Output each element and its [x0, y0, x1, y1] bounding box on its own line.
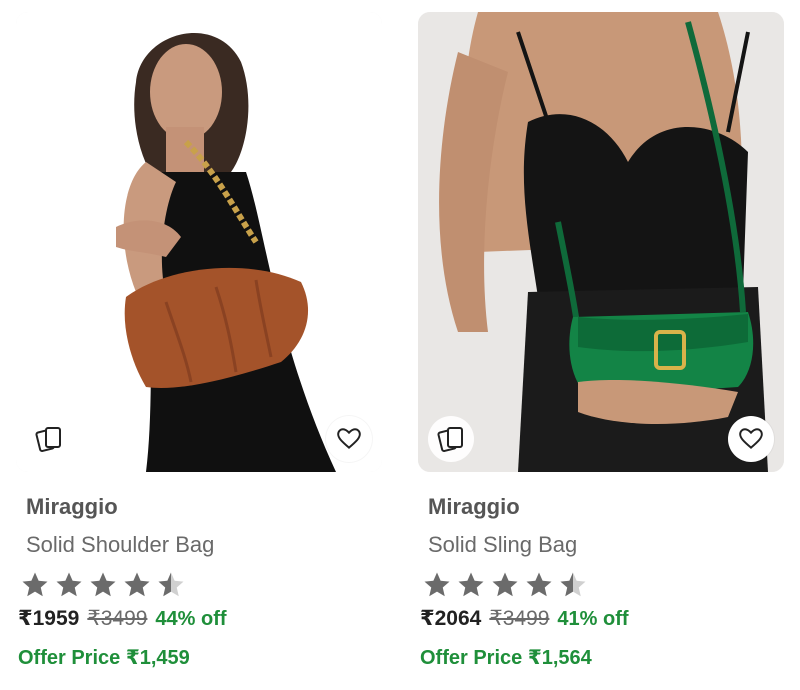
discount-badge: 41% off — [557, 608, 629, 630]
half-star-icon — [158, 572, 184, 597]
selling-price: ₹1959 — [18, 607, 80, 630]
product-image[interactable] — [16, 12, 382, 472]
product-photo-shoulder-bag — [16, 12, 382, 472]
similar-products-icon — [35, 427, 61, 452]
star-icon — [22, 572, 48, 597]
star-icon — [526, 572, 552, 597]
star-icon — [56, 572, 82, 597]
product-brand: Miraggio — [26, 494, 118, 519]
product-card[interactable]: Miraggio Solid Sling Bag ₹2064 ₹3499 41%… — [418, 12, 784, 690]
similar-products-button[interactable] — [26, 416, 72, 462]
product-photo-sling-bag — [418, 12, 784, 472]
selling-price: ₹2064 — [420, 607, 482, 630]
product-image[interactable] — [418, 12, 784, 472]
discount-badge: 44% off — [155, 608, 227, 630]
wishlist-button[interactable] — [326, 416, 372, 462]
star-icon — [124, 572, 150, 597]
price-row: ₹2064 ₹3499 41% off — [418, 606, 784, 631]
offer-price: Offer Price ₹1,564 — [420, 647, 592, 669]
product-name[interactable]: Solid Sling Bag — [418, 532, 784, 558]
original-price: ₹3499 — [489, 607, 550, 630]
half-star-icon — [560, 572, 586, 597]
heart-icon — [739, 428, 763, 449]
product-card[interactable]: Miraggio Solid Shoulder Bag ₹1959 ₹3499 … — [16, 12, 382, 690]
price-row: ₹1959 ₹3499 44% off — [16, 606, 382, 631]
heart-icon — [337, 428, 361, 449]
wishlist-button[interactable] — [728, 416, 774, 462]
star-icon — [458, 572, 484, 597]
similar-products-button[interactable] — [428, 416, 474, 462]
similar-products-icon — [437, 427, 463, 452]
offer-price: Offer Price ₹1,459 — [18, 647, 190, 669]
product-brand: Miraggio — [428, 494, 520, 519]
product-rating — [418, 570, 784, 600]
original-price: ₹3499 — [87, 607, 148, 630]
star-icon — [424, 572, 450, 597]
product-name[interactable]: Solid Shoulder Bag — [16, 532, 382, 558]
star-icon — [492, 572, 518, 597]
star-icon — [90, 572, 116, 597]
product-rating — [16, 570, 382, 600]
